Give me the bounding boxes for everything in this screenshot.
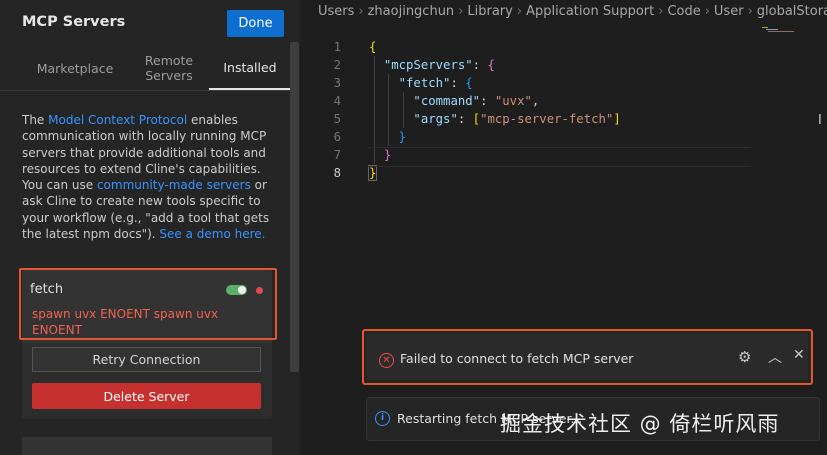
community-servers-link[interactable]: community-made servers [97, 178, 251, 192]
chevron-right-icon: › [358, 4, 364, 19]
panel-title: MCP Servers [22, 14, 126, 30]
code-line[interactable]: 1{ [300, 38, 750, 56]
line-text: "mcpServers": { [369, 56, 495, 74]
chevron-up-icon[interactable]: ︿ [768, 347, 782, 367]
code-line[interactable]: 4 "command": "uvx", [300, 92, 750, 110]
code-editor[interactable]: 1{2 "mcpServers": {3 "fetch": {4 "comman… [300, 38, 827, 338]
code-token: "args" [413, 112, 458, 126]
chevron-right-icon: › [747, 4, 753, 19]
done-button[interactable]: Done [227, 10, 284, 37]
line-text: "args": ["mcp-server-fetch"] [369, 110, 621, 128]
code-token: : [472, 58, 488, 72]
minimap-mark [762, 27, 768, 28]
error-message: Failed to connect to fetch MCP server [400, 351, 634, 366]
line-number: 7 [333, 148, 341, 162]
close-icon[interactable]: ✕ [793, 347, 805, 363]
see-demo-link[interactable]: See a demo here. [159, 227, 265, 241]
code-token: : [480, 94, 495, 108]
desc-text-1: The [22, 113, 49, 127]
next-card-edge [22, 437, 272, 455]
code-token: , [531, 94, 540, 108]
breadcrumb-item[interactable]: Code [667, 4, 700, 19]
highlight-box [19, 268, 277, 340]
retry-connection-button[interactable]: Retry Connection [32, 347, 261, 372]
delete-server-button[interactable]: Delete Server [32, 383, 261, 409]
breadcrumb-item[interactable]: zhaojingchun [368, 4, 455, 19]
line-text: "command": "uvx", [369, 92, 539, 110]
line-number: 3 [333, 76, 341, 90]
line-number: 6 [333, 130, 341, 144]
tab-installed[interactable]: Installed [209, 46, 291, 90]
minimap[interactable] [762, 26, 794, 38]
chevron-right-icon: › [458, 4, 464, 19]
panel-header: MCP Servers Done [0, 0, 300, 46]
code-token: "uvx" [494, 94, 532, 108]
error-icon: ✕ [379, 353, 394, 368]
text-cursor-icon: I [818, 113, 822, 128]
code-token: } [367, 165, 378, 181]
code-token: "mcpServers" [383, 58, 473, 72]
code-token: { [465, 76, 473, 90]
chevron-right-icon: › [704, 4, 710, 19]
line-text: "fetch": { [369, 74, 473, 92]
mcp-description: The Model Context Protocol enables commu… [22, 112, 280, 242]
chevron-right-icon: › [516, 4, 523, 19]
breadcrumb: Users › zhaojingchun › Library › Application S… [318, 4, 827, 19]
line-number: 8 [333, 166, 341, 180]
line-text: } [369, 128, 406, 146]
minimap-mark [768, 31, 794, 32]
code-token: { [487, 58, 495, 72]
line-number: 2 [333, 58, 341, 72]
code-token: : [450, 76, 466, 90]
mcp-servers-panel: MCP Servers Done Marketplace Remote Serv… [0, 0, 300, 455]
code-token: : [457, 112, 473, 126]
error-notification-body: ✕ Failed to connect to fetch MCP server … [367, 334, 808, 380]
code-token: "command" [413, 94, 481, 108]
code-line[interactable]: 3 "fetch": { [300, 74, 750, 92]
info-icon: i [375, 411, 390, 426]
tab-remote-servers[interactable]: Remote Servers [135, 46, 203, 90]
code-line[interactable]: 6 } [300, 128, 750, 146]
code-token: { [369, 40, 377, 54]
error-notification: ✕ Failed to connect to fetch MCP server … [362, 329, 813, 385]
panel-scrollbar[interactable] [290, 42, 299, 372]
code-line[interactable]: 2 "mcpServers": { [300, 56, 750, 74]
breadcrumb-item[interactable]: Users [318, 4, 354, 19]
chevron-right-icon: › [658, 4, 664, 19]
breadcrumb-item[interactable]: Library [467, 4, 512, 19]
line-number: 4 [333, 94, 341, 108]
watermark: 掘金技术社区 @ 倚栏听风雨 [500, 412, 780, 436]
code-token: "mcp-server-fetch" [480, 112, 614, 126]
breadcrumb-item[interactable]: User [714, 4, 744, 19]
gear-icon[interactable]: ⚙ [738, 348, 751, 366]
breadcrumb-item[interactable]: Application Support [526, 4, 654, 19]
minimap-mark [766, 29, 778, 30]
tab-marketplace[interactable]: Marketplace [26, 46, 124, 90]
line-text: { [369, 38, 376, 56]
line-number: 5 [333, 112, 341, 126]
breadcrumb-item[interactable]: globalStorag [757, 4, 827, 19]
code-token: [ [472, 112, 481, 126]
current-line-highlight [368, 147, 751, 167]
code-token: "fetch" [398, 76, 451, 90]
line-number: 1 [333, 40, 341, 54]
model-context-protocol-link[interactable]: Model Context Protocol [48, 113, 187, 127]
tab-bar: Marketplace Remote Servers Installed [0, 46, 291, 91]
code-token: } [398, 130, 407, 144]
code-line[interactable]: 5 "args": ["mcp-server-fetch"] [300, 110, 750, 128]
code-token: ] [613, 112, 621, 126]
